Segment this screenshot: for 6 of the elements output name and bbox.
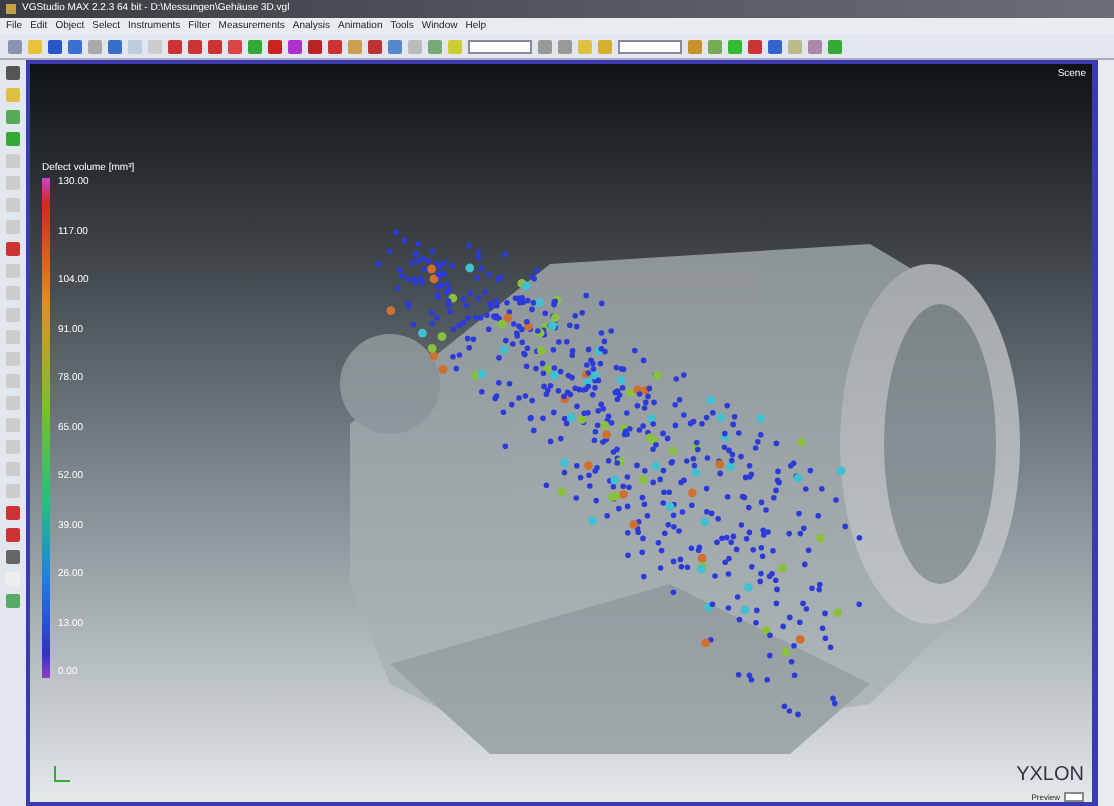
dropdown-field[interactable]	[468, 39, 532, 53]
preview-field[interactable]	[1064, 792, 1084, 802]
logo-text: YXLON	[1016, 766, 1084, 786]
axis-icon	[54, 766, 70, 782]
dropdown-field[interactable]	[618, 39, 682, 53]
app-icon	[6, 4, 16, 14]
